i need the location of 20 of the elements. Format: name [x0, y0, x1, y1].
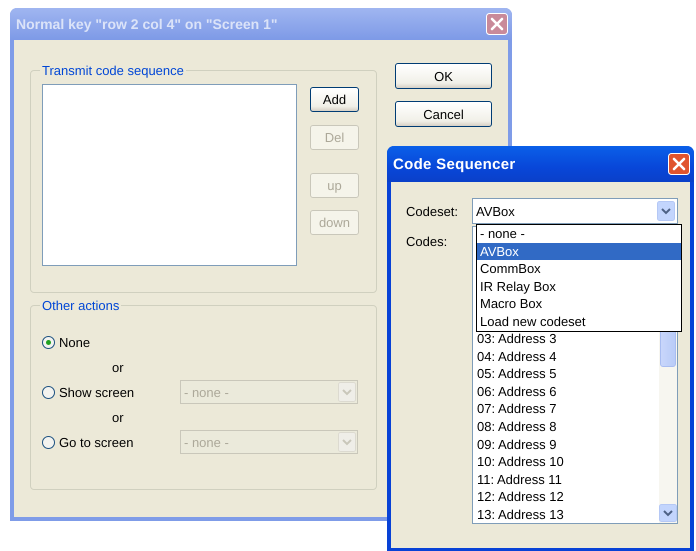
- close-icon[interactable]: [668, 153, 690, 175]
- window-title: Normal key "row 2 col 4" on "Screen 1": [16, 16, 278, 32]
- or-label: or: [112, 410, 124, 424]
- dropdown-option[interactable]: IR Relay Box: [477, 278, 681, 296]
- radio-icon[interactable]: [42, 386, 55, 398]
- dropdown-option[interactable]: CommBox: [477, 260, 681, 278]
- dropdown-option[interactable]: Load new codeset: [477, 312, 681, 331]
- window-title: Code Sequencer: [393, 156, 516, 172]
- scroll-down-icon[interactable]: [659, 504, 677, 522]
- codeset-label: Codeset:: [406, 204, 460, 218]
- radio-icon[interactable]: [42, 436, 55, 448]
- dropdown-option[interactable]: AVBox: [477, 242, 681, 260]
- group-label: Transmit code sequence: [41, 63, 185, 78]
- codes-label: Codes:: [406, 233, 448, 251]
- group-label: Other actions: [41, 298, 120, 313]
- or-label: or: [112, 360, 124, 374]
- codeset-dropdown[interactable]: AVBox: [472, 198, 678, 224]
- dropdown-option[interactable]: Macro Box: [477, 295, 681, 313]
- radio-icon[interactable]: [42, 336, 55, 348]
- dropdown-option[interactable]: - none -: [477, 225, 681, 243]
